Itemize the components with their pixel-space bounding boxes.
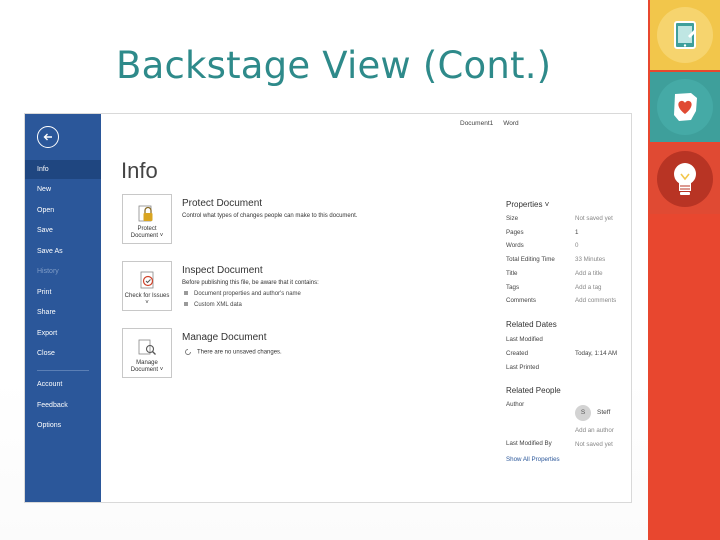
- back-arrow-icon: [43, 133, 52, 141]
- inspect-bullet: Custom XML data: [184, 302, 242, 308]
- checklist-icon: [140, 271, 154, 289]
- manage-document-label: Manage Document ˅: [130, 360, 164, 373]
- inspect-bullet: Document properties and author's name: [184, 291, 301, 297]
- date-label-last-printed: Last Printed: [506, 364, 540, 371]
- back-button[interactable]: [37, 126, 59, 148]
- ohio-heart-tile: [650, 72, 720, 142]
- nav-share[interactable]: Share: [25, 303, 101, 322]
- check-for-issues-label: Check for Issues ˅: [124, 293, 170, 306]
- protect-document-label: Protect Document ˅: [130, 226, 164, 239]
- prop-label-pages: Pages: [506, 229, 524, 236]
- prop-value-pages: 1: [575, 229, 579, 236]
- prop-value-editing-time: 33 Minutes: [575, 256, 606, 263]
- related-people-heading: Related People: [506, 386, 561, 395]
- people-label-last-modified-by: Last Modified By: [506, 440, 552, 447]
- refresh-icon: [185, 349, 191, 355]
- nav-history: History: [37, 268, 59, 275]
- nav-export[interactable]: Export: [25, 324, 101, 343]
- word-backstage-screenshot: Info New Open Save Save As History Print…: [24, 113, 632, 503]
- properties-dropdown[interactable]: Properties ˅: [506, 200, 549, 209]
- prop-value-words: 0: [575, 242, 579, 249]
- page-title: Info: [121, 158, 158, 183]
- inspect-bullet-text: Document properties and author's name: [194, 291, 301, 297]
- inspect-document-description: Before publishing this file, be aware th…: [182, 280, 319, 286]
- avatar[interactable]: S: [575, 405, 591, 421]
- lightbulb-icon: [674, 163, 696, 195]
- nav-feedback[interactable]: Feedback: [25, 396, 101, 415]
- document-name: Document1: [460, 120, 494, 127]
- protect-document-button[interactable]: Protect Document ˅: [122, 194, 172, 244]
- tablet-icon: [674, 21, 696, 49]
- prop-value-size: Not saved yet: [575, 215, 613, 222]
- manage-document-status: There are no unsaved changes.: [184, 348, 282, 356]
- nav-save-as[interactable]: Save As: [25, 242, 101, 261]
- check-for-issues-button[interactable]: Check for Issues ˅: [122, 261, 172, 311]
- prop-label-editing-time: Total Editing Time: [506, 256, 555, 263]
- protect-document-description: Control what types of changes people can…: [182, 213, 358, 219]
- prop-title-input[interactable]: Add a title: [575, 270, 603, 277]
- nav-separator: [37, 370, 89, 371]
- manage-document-button[interactable]: Manage Document ˅: [122, 328, 172, 378]
- prop-label-comments: Comments: [506, 297, 536, 304]
- prop-label-tags: Tags: [506, 284, 520, 291]
- related-dates-heading: Related Dates: [506, 320, 557, 329]
- window-title: Document1 Word: [460, 120, 529, 127]
- manage-document-title: Manage Document: [182, 332, 267, 343]
- add-author-link[interactable]: Add an author: [575, 427, 614, 434]
- date-label-created: Created: [506, 350, 529, 357]
- inspect-document-title: Inspect Document: [182, 265, 263, 276]
- lock-icon: [138, 205, 153, 222]
- prop-label-words: Words: [506, 242, 524, 249]
- manage-document-description: There are no unsaved changes.: [197, 349, 282, 356]
- nav-open[interactable]: Open: [25, 201, 101, 220]
- ohio-heart-icon: [674, 93, 697, 121]
- prop-label-size: Size: [506, 215, 519, 222]
- prop-comments-input[interactable]: Add comments: [575, 297, 616, 304]
- nav-save[interactable]: Save: [25, 221, 101, 240]
- people-value-last-modified-by: Not saved yet: [575, 441, 613, 448]
- tablet-tile: [650, 0, 720, 70]
- slide-title: Backstage View (Cont.): [116, 44, 552, 87]
- backstage-sidebar: Info New Open Save Save As History Print…: [25, 114, 101, 502]
- inspect-bullet-text: Custom XML data: [194, 302, 242, 308]
- show-all-properties-link[interactable]: Show All Properties: [506, 456, 560, 463]
- lightbulb-tile: [650, 144, 720, 214]
- prop-tags-input[interactable]: Add a tag: [575, 284, 602, 291]
- app-name: Word: [503, 120, 519, 127]
- nav-print[interactable]: Print: [25, 283, 101, 302]
- protect-document-title: Protect Document: [182, 198, 263, 209]
- nav-account[interactable]: Account: [25, 375, 101, 394]
- nav-close[interactable]: Close: [25, 344, 101, 363]
- nav-options[interactable]: Options: [25, 416, 101, 435]
- author-name[interactable]: Steff: [597, 409, 610, 416]
- prop-label-title: Title: [506, 270, 518, 277]
- document-search-icon: [138, 339, 156, 355]
- date-value-created: Today, 1:14 AM: [575, 350, 618, 357]
- people-label-author: Author: [506, 401, 525, 408]
- nav-new[interactable]: New: [25, 180, 101, 199]
- nav-info[interactable]: Info: [25, 160, 101, 179]
- date-label-last-modified: Last Modified: [506, 336, 543, 343]
